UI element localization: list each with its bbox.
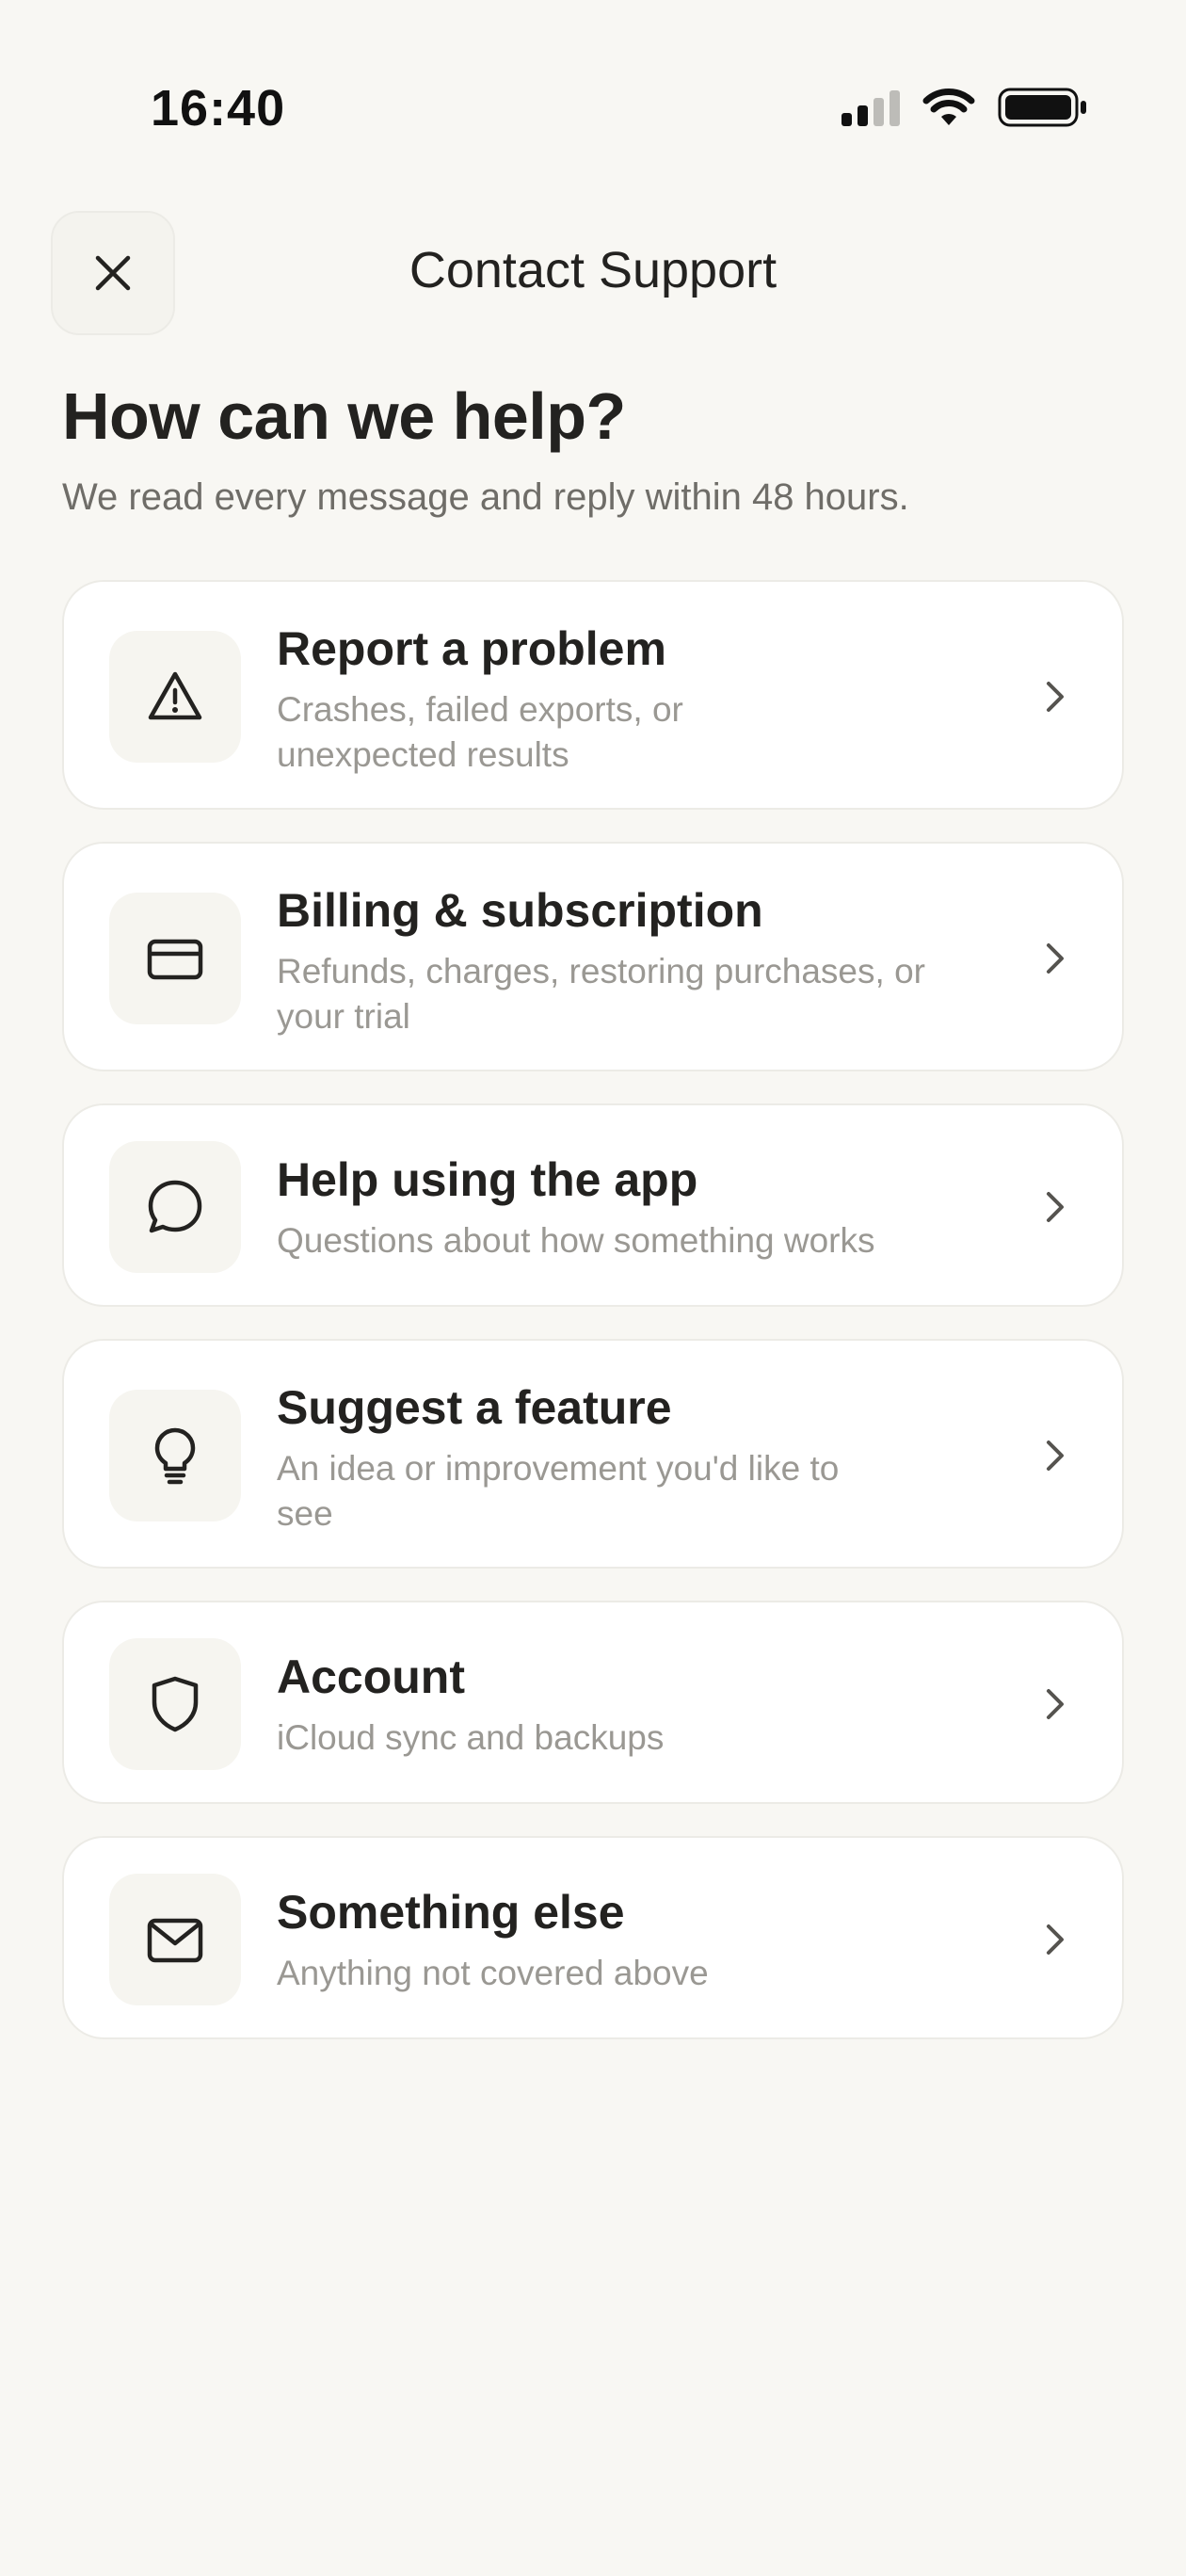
option-icon-tile [109,1638,241,1770]
shield-icon [152,1676,199,1732]
option-title: Something else [277,1886,625,1939]
option-title: Report a problem [277,622,666,675]
contact-support-screen: 16:40 Contact Support How can we help? W… [0,0,1186,2576]
option-description: An idea or improvement you'd like to see [277,1449,840,1533]
chevron-right-icon [1041,1437,1069,1474]
option-icon-tile [109,631,241,763]
option-description: Refunds, charges, restoring purchases, o… [277,952,925,1036]
status-time: 16:40 [151,80,286,137]
option-suggest-feature[interactable]: Suggest a feature An idea or improvement… [62,1339,1124,1569]
status-bar: 16:40 [0,0,1186,188]
option-title: Billing & subscription [277,884,763,937]
lightbulb-icon [154,1427,196,1485]
wifi-icon [922,89,975,125]
cellular-signal-icon [841,89,900,126]
option-description: Questions about how something works [277,1221,875,1260]
warning-triangle-icon [148,671,202,720]
option-icon-tile [109,1390,241,1521]
option-description: Crashes, failed exports, or unexpected r… [277,690,683,774]
option-icon-tile [109,893,241,1024]
status-icons [841,87,1088,128]
option-description: Anything not covered above [277,1954,709,1992]
chevron-right-icon [1041,1921,1069,1958]
option-something-else[interactable]: Something else Anything not covered abov… [62,1836,1124,2039]
header: Contact Support [0,211,1186,335]
option-description: iCloud sync and backups [277,1718,665,1757]
option-icon-tile [109,1874,241,2005]
credit-card-icon [147,939,203,980]
battery-icon [998,88,1086,127]
option-title: Account [277,1650,465,1703]
chevron-right-icon [1041,678,1069,716]
page-title: Contact Support [409,242,777,298]
option-icon-tile [109,1141,241,1273]
option-report-problem[interactable]: Report a problem Crashes, failed exports… [62,580,1124,810]
option-billing-subscription[interactable]: Billing & subscription Refunds, charges,… [62,842,1124,1071]
chevron-right-icon [1041,1685,1069,1723]
chevron-right-icon [1041,1188,1069,1226]
help-heading: How can we help? [62,379,626,453]
option-account[interactable]: Account iCloud sync and backups [62,1601,1124,1804]
option-title: Help using the app [277,1153,698,1206]
envelope-icon [147,1918,203,1963]
option-title: Suggest a feature [277,1381,672,1434]
chevron-right-icon [1041,940,1069,977]
chat-bubble-icon [148,1180,202,1233]
option-help-using-app[interactable]: Help using the app Questions about how s… [62,1103,1124,1307]
help-subheading: We read every message and reply within 4… [62,476,909,518]
